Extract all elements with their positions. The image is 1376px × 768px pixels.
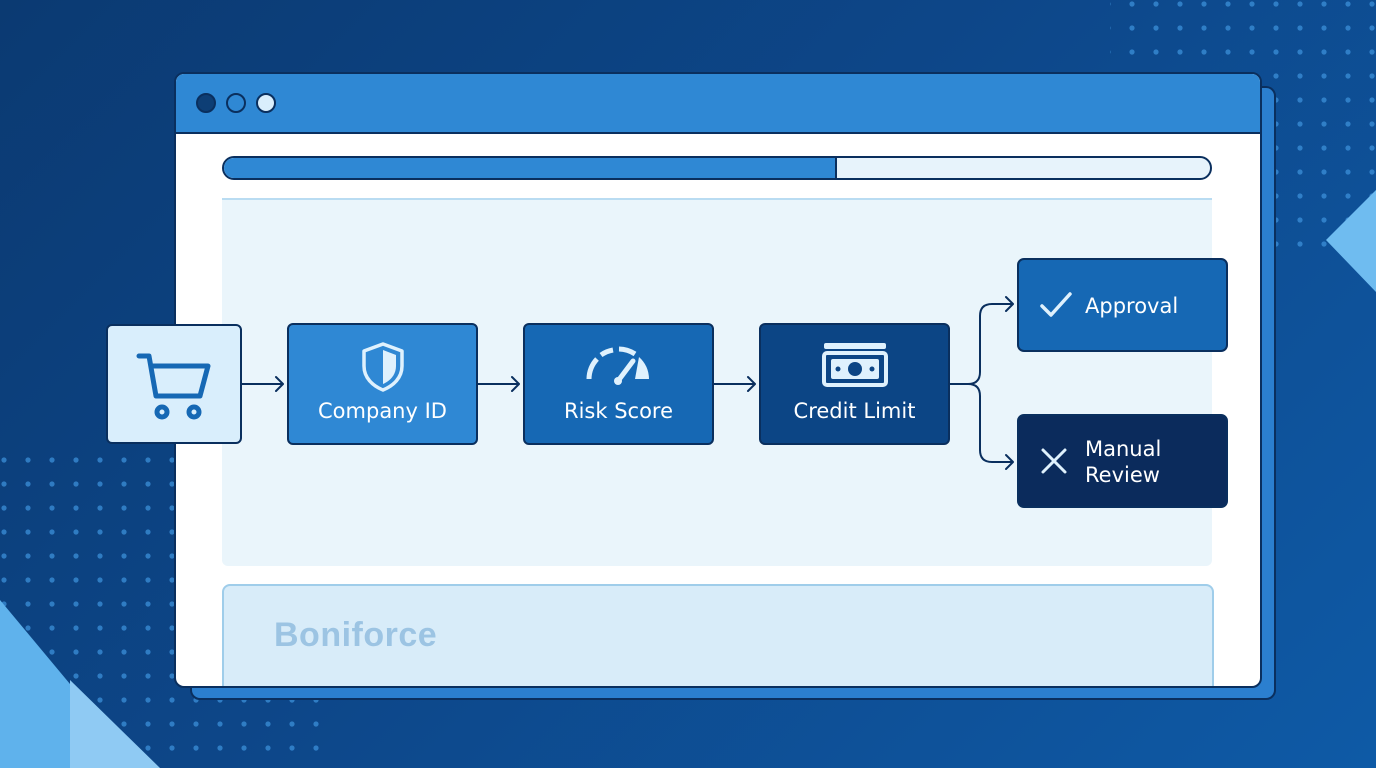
step-label: Credit Limit (793, 399, 916, 423)
step-risk-score[interactable]: Risk Score (523, 323, 714, 445)
outcome-manual-review[interactable]: Manual Review (1017, 414, 1228, 508)
minimize-dot[interactable] (226, 93, 246, 113)
outcome-label: Approval (1085, 294, 1179, 318)
checkmark-icon (1039, 290, 1073, 324)
outcome-approval[interactable]: Approval (1017, 258, 1228, 352)
gauge-icon (583, 341, 655, 391)
maximize-dot[interactable] (256, 93, 276, 113)
shopping-cart-icon (136, 352, 212, 426)
progress-bar (222, 156, 1212, 180)
step-credit-limit[interactable]: Credit Limit (759, 323, 950, 445)
outcome-label-line: Review (1085, 463, 1160, 487)
brand-name: Boniforce (274, 616, 438, 654)
x-icon (1039, 446, 1069, 480)
banknote-icon (821, 341, 888, 391)
title-bar (176, 74, 1260, 134)
outcome-label: Manual Review (1085, 436, 1161, 488)
step-label: Company ID (318, 399, 447, 423)
step-company-id[interactable]: Company ID (287, 323, 478, 445)
outcome-label-line: Manual (1085, 437, 1162, 461)
progress-fill (224, 158, 838, 178)
close-dot[interactable] (196, 93, 216, 113)
footer-panel: Boniforce (222, 584, 1214, 686)
shield-icon (359, 341, 407, 397)
step-label: Risk Score (563, 399, 674, 423)
start-cart-node[interactable] (106, 324, 242, 444)
